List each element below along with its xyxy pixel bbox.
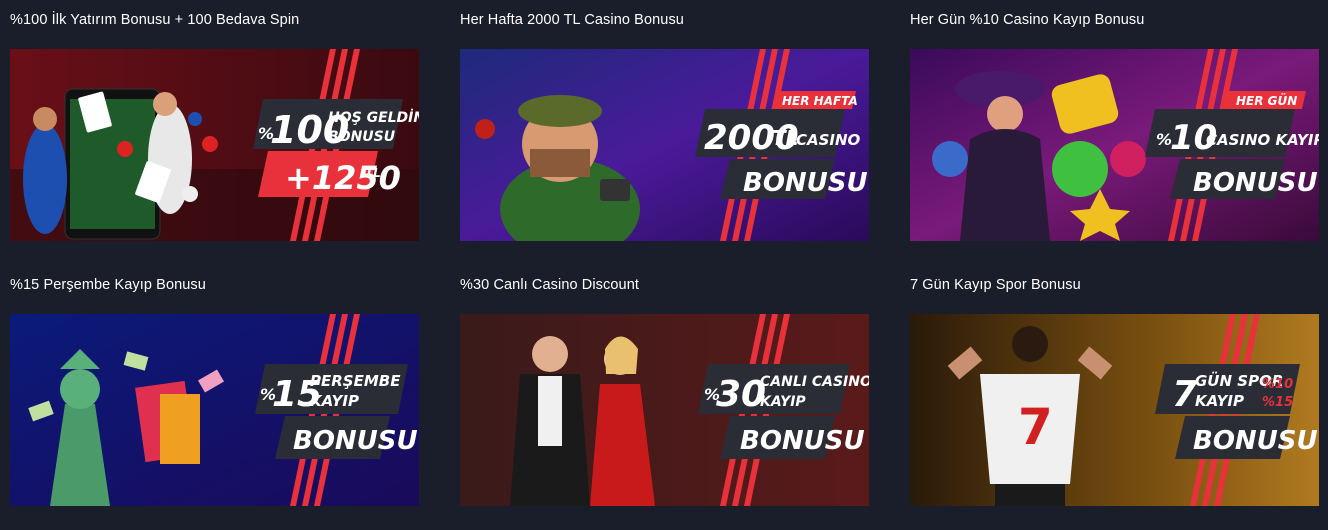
promo-title[interactable]: %100 İlk Yatırım Bonusu + 100 Bedava Spi… (10, 10, 419, 30)
promo-banner[interactable]: % 100 HOŞ GELDİN BONUSU +1250 TL (10, 49, 419, 241)
promo-title[interactable]: %15 Perşembe Kayıp Bonusu (10, 275, 419, 295)
svg-text:BONUSU: BONUSU (1193, 426, 1318, 456)
promo-card[interactable]: %15 Perşembe Kayıp Bonusu % 15 PERŞEMBE … (10, 275, 419, 506)
promo-card[interactable]: %30 Canlı Casino Discount % 30 CANLI CAS… (460, 275, 869, 506)
svg-text:%10: %10 (1262, 377, 1293, 392)
promo-banner[interactable]: % 30 CANLI CASINO KAYIP BONUSU (460, 314, 869, 506)
svg-text:7: 7 (1172, 374, 1197, 415)
promo-title[interactable]: Her Hafta 2000 TL Casino Bonusu (460, 10, 869, 30)
promo-card[interactable]: 7 Gün Kayıp Spor Bonusu 7 7 GÜN SPOR KAY… (910, 275, 1319, 506)
svg-text:BONUSU: BONUSU (743, 168, 868, 198)
promo-card[interactable]: Her Hafta 2000 TL Casino Bonusu HER HAFT… (460, 10, 869, 241)
svg-text:+1250: +1250 (285, 159, 401, 197)
svg-text:KAYIP: KAYIP (310, 392, 359, 410)
svg-text:KAYIP: KAYIP (760, 394, 806, 410)
svg-text:BONUSU: BONUSU (740, 426, 865, 456)
promo-banner[interactable]: HER HAFTA 2000 TL CASINO BONUSU (460, 49, 869, 241)
promotions-grid: %100 İlk Yatırım Bonusu + 100 Bedava Spi… (0, 0, 1328, 530)
svg-text:CASINO KAYIP: CASINO KAYIP (1206, 131, 1319, 149)
svg-text:CASINO: CASINO (796, 131, 861, 149)
svg-text:BONUSU: BONUSU (1193, 168, 1318, 198)
svg-text:KAYIP: KAYIP (1195, 392, 1244, 410)
promo-plate: % 15 PERŞEMBE KAYIP BONUSU (255, 364, 418, 459)
svg-text:BONUSU: BONUSU (328, 129, 396, 145)
promo-card[interactable]: %100 İlk Yatırım Bonusu + 100 Bedava Spi… (10, 10, 419, 241)
lady-and-fruit-illustration (932, 71, 1146, 241)
promo-banner[interactable]: % 15 PERŞEMBE KAYIP BONUSU (10, 314, 419, 506)
svg-text:HER GÜN: HER GÜN (1236, 93, 1297, 108)
svg-text:30: 30 (716, 374, 766, 415)
promo-title[interactable]: 7 Gün Kayıp Spor Bonusu (910, 275, 1319, 295)
svg-text:HER HAFTA: HER HAFTA (782, 94, 858, 108)
promo-banner[interactable]: 7 7 GÜN SPOR KAYIP %10 %15 BONUSU (910, 314, 1319, 506)
svg-text:7: 7 (1018, 398, 1053, 456)
svg-text:TL: TL (365, 166, 381, 180)
promo-title[interactable]: %30 Canlı Casino Discount (460, 275, 869, 295)
promo-card[interactable]: Her Gün %10 Casino Kayıp Bonusu HER GÜN … (910, 10, 1319, 241)
svg-text:TL: TL (772, 126, 798, 150)
promo-title[interactable]: Her Gün %10 Casino Kayıp Bonusu (910, 10, 1319, 30)
svg-text:%15: %15 (1262, 395, 1293, 410)
svg-text:PERŞEMBE: PERŞEMBE (310, 372, 401, 390)
svg-text:BONUSU: BONUSU (293, 426, 418, 456)
svg-text:HOŞ GELDİN: HOŞ GELDİN (328, 109, 419, 126)
promo-banner[interactable]: HER GÜN % 10 CASINO KAYIP BONUSU (910, 49, 1319, 241)
svg-text:CANLI CASINO: CANLI CASINO (760, 374, 869, 390)
